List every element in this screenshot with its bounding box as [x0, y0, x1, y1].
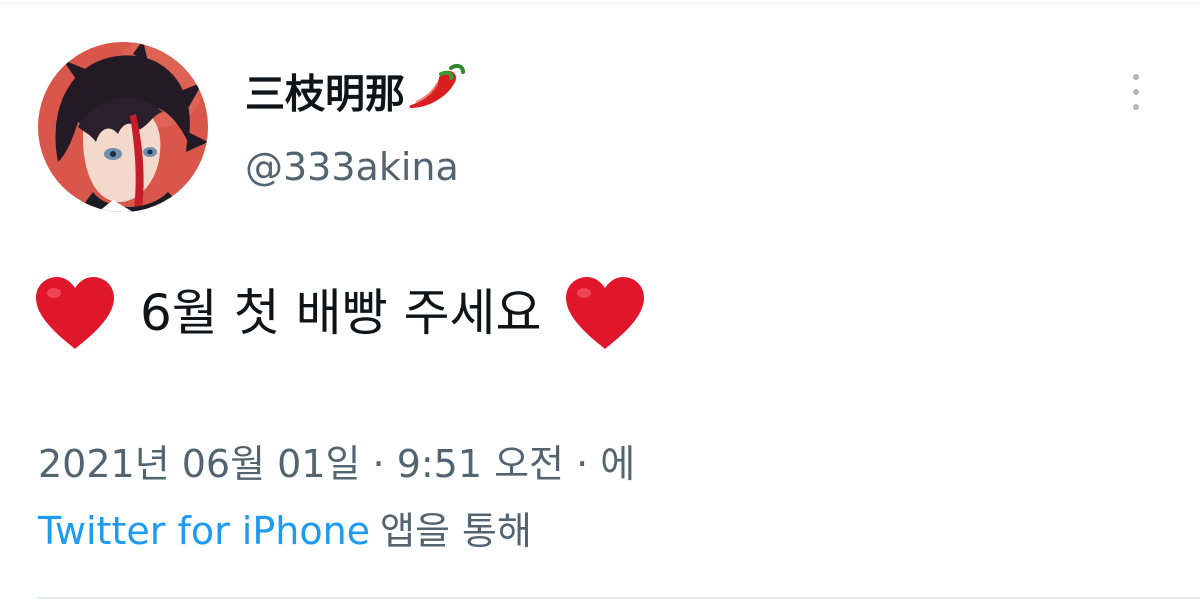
source-suffix: 앱을 통해 [380, 509, 532, 553]
red-heart-icon [562, 273, 648, 353]
more-options-button[interactable] [1122, 70, 1150, 114]
user-handle[interactable]: @333akina [245, 143, 459, 191]
tweet-timestamp[interactable]: 2021년 06월 01일 · 9:51 오전 · 에 [38, 438, 635, 490]
more-vertical-icon-dot [1133, 89, 1139, 95]
bottom-divider [38, 597, 1200, 599]
avatar-illustration [38, 42, 208, 212]
top-divider [0, 3, 1200, 4]
more-vertical-icon [1133, 74, 1139, 80]
display-name-text: 三枝明那 [245, 71, 405, 118]
source-app-link[interactable]: Twitter for iPhone [38, 509, 370, 553]
red-heart-icon [32, 273, 118, 353]
avatar[interactable] [38, 42, 208, 212]
tweet-body: 6월 첫 배빵 주세요 [140, 284, 542, 342]
more-vertical-icon-dot [1133, 104, 1139, 110]
chili-pepper-icon [407, 62, 467, 125]
tweet-card: 三枝明那 @333akina 6월 첫 배빵 주세요 2021년 06월 01일… [0, 0, 1200, 604]
tweet-source: Twitter for iPhone 앱을 통해 [38, 505, 532, 557]
tweet-text: 6월 첫 배빵 주세요 [32, 272, 648, 354]
display-name[interactable]: 三枝明那 [245, 62, 467, 128]
